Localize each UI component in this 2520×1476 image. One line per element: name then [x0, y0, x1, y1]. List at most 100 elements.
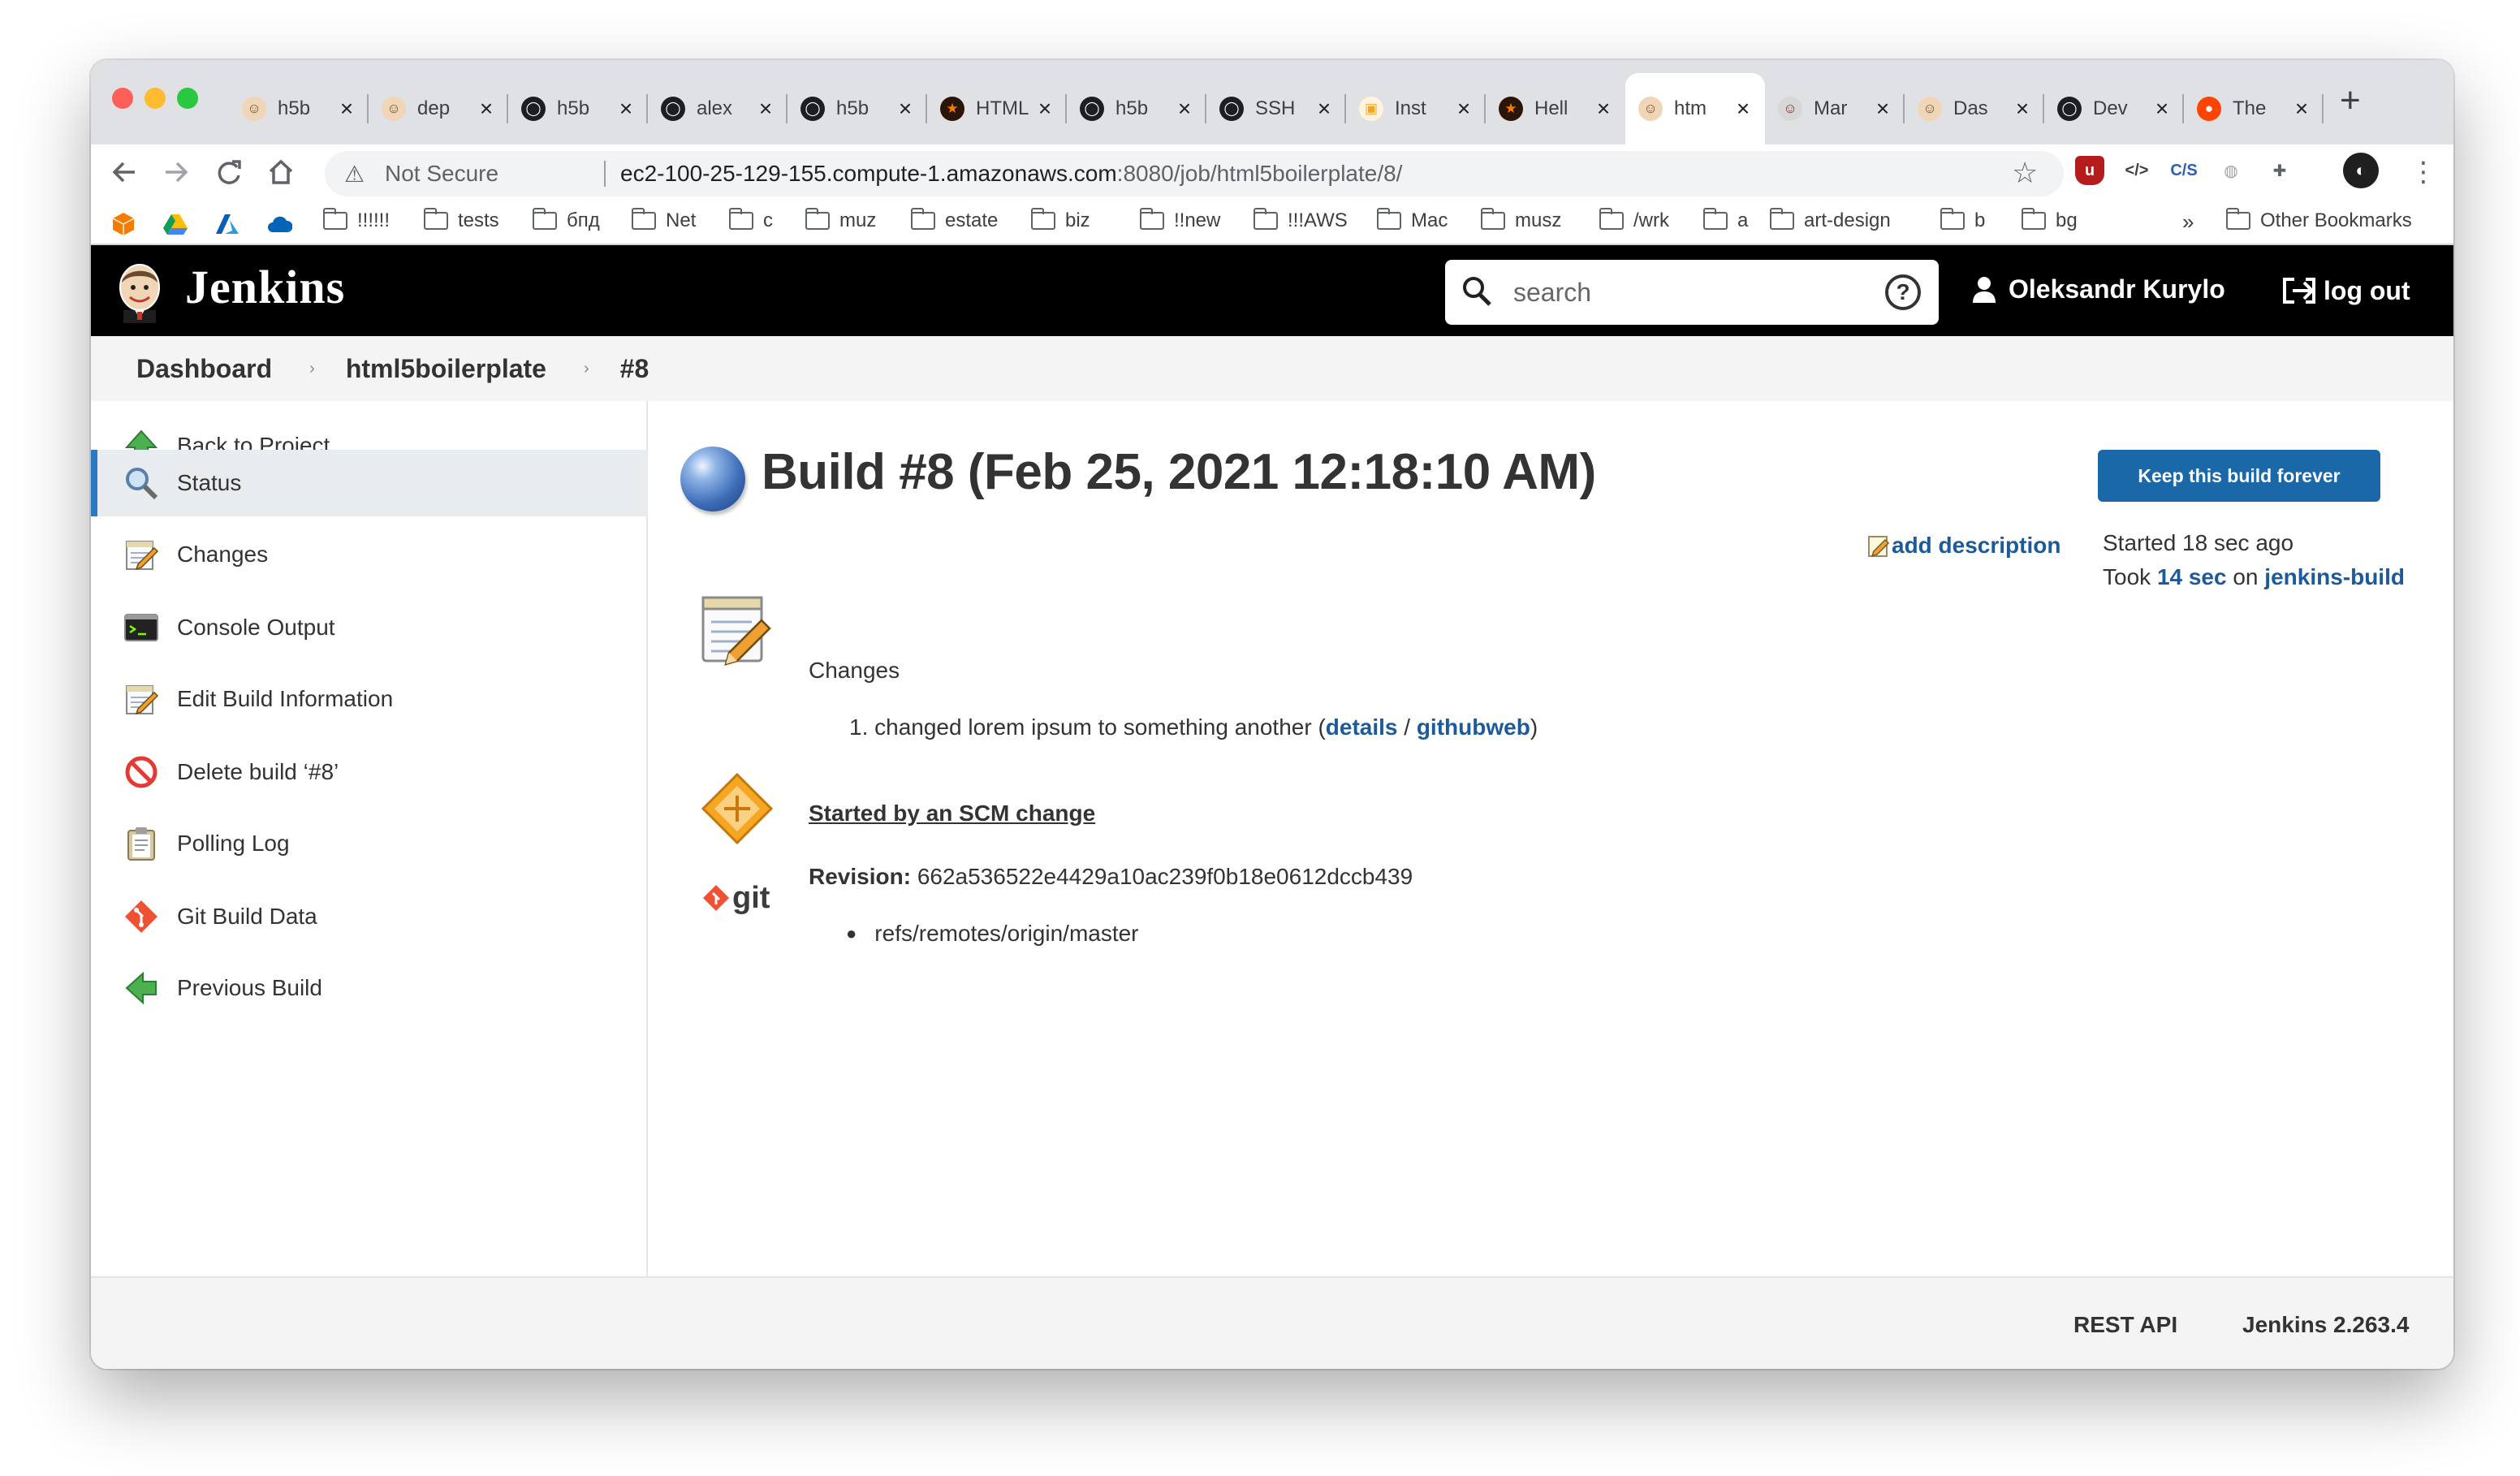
bookmark-folder[interactable]: bg [2021, 208, 2078, 232]
reload-button[interactable] [214, 156, 244, 195]
breadcrumb-separator-icon[interactable]: › [309, 360, 315, 378]
breadcrumb-item[interactable]: Dashboard [136, 354, 272, 384]
close-tab-icon[interactable]: × [2013, 97, 2031, 120]
maximize-window-button[interactable] [177, 88, 198, 109]
breadcrumb-item[interactable]: html5boilerplate [346, 354, 546, 384]
bookmark-folder[interactable]: !!!!!! [322, 208, 390, 232]
browser-tab[interactable]: ◯ Dev × [2044, 73, 2184, 145]
logout-link[interactable]: log out [2281, 274, 2410, 307]
rest-api-link[interactable]: REST API [2073, 1312, 2177, 1338]
puzzle-icon[interactable]: ✚ [2265, 156, 2294, 185]
browser-tab[interactable]: ★ Hell × [1486, 73, 1625, 145]
ublock-icon[interactable]: u [2075, 156, 2104, 185]
browser-tab[interactable]: ◯ h5b × [788, 73, 927, 145]
browser-tab[interactable]: ● The × [2184, 73, 2324, 145]
bookmark-folder[interactable]: !!new [1139, 208, 1220, 232]
githubweb-link[interactable]: githubweb [1417, 714, 1530, 740]
node-link[interactable]: jenkins-build [2264, 564, 2405, 589]
css-icon[interactable]: C/S [2169, 156, 2199, 185]
google-drive-icon[interactable] [162, 211, 188, 237]
address-bar[interactable]: ⚠ Not Secure ec2-100-25-129-155.compute-… [325, 151, 2064, 196]
cube-bookmark-icon[interactable] [110, 211, 136, 237]
close-tab-icon[interactable]: × [2293, 97, 2311, 120]
close-tab-icon[interactable]: × [1594, 97, 1612, 120]
bookmark-folder[interactable]: tests [423, 208, 499, 232]
close-tab-icon[interactable]: × [896, 97, 914, 120]
onedrive-icon[interactable] [266, 211, 292, 237]
side-task-delete-build-8[interactable]: Delete build ‘#8’ [91, 739, 648, 805]
bookmark-folder[interactable]: estate [910, 208, 998, 232]
bookmark-folder[interactable]: art-design [1769, 208, 1891, 232]
jenkins-version-link[interactable]: Jenkins 2.263.4 [2242, 1312, 2409, 1338]
close-tab-icon[interactable]: × [617, 97, 635, 120]
user-link[interactable]: Oleksandr Kurylo [1971, 274, 2225, 304]
azure-icon[interactable] [214, 211, 240, 237]
jenkins-logo-icon[interactable] [115, 263, 164, 323]
bookmark-folder[interactable]: a [1702, 208, 1748, 232]
forward-button[interactable] [162, 156, 190, 195]
add-description-link[interactable]: add description [1867, 533, 2060, 559]
bookmark-folder[interactable]: biz [1030, 208, 1090, 232]
help-icon[interactable]: ? [1885, 274, 1921, 310]
code-icon[interactable]: </> [2122, 156, 2151, 185]
side-task-edit-build-information[interactable]: Edit Build Information [91, 666, 648, 732]
browser-tab[interactable]: ◯ h5b × [508, 73, 648, 145]
other-bookmarks-folder[interactable]: Other Bookmarks [2225, 208, 2412, 232]
browser-tab[interactable]: ☺ h5b × [229, 73, 369, 145]
jenkins-title[interactable]: Jenkins [185, 260, 345, 314]
browser-tab[interactable]: ◯ h5b × [1067, 73, 1206, 145]
minimize-window-button[interactable] [145, 88, 166, 109]
new-tab-button[interactable]: + [2340, 83, 2361, 119]
close-tab-icon[interactable]: × [2153, 97, 2171, 120]
bookmark-folder[interactable]: Mac [1376, 208, 1448, 232]
browser-tab[interactable]: ◯ SSH × [1206, 73, 1346, 145]
globe-icon[interactable]: ◍ [2216, 156, 2246, 185]
bookmarks-overflow-button[interactable]: » [2182, 209, 2194, 235]
browser-menu-icon[interactable]: ⋮ [2410, 156, 2437, 188]
side-task-previous-build[interactable]: Previous Build [91, 955, 648, 1021]
browser-tab[interactable]: ☺ dep × [369, 73, 508, 145]
close-tab-icon[interactable]: × [338, 97, 356, 120]
close-tab-icon[interactable]: × [1036, 97, 1054, 120]
keep-build-forever-button[interactable]: Keep this build forever [2098, 450, 2380, 502]
breadcrumb-item[interactable]: #8 [620, 354, 649, 384]
home-button[interactable] [266, 156, 296, 195]
side-task-console-output[interactable]: Console Output [91, 594, 648, 661]
bookmark-folder[interactable]: бпд [532, 208, 600, 232]
url-text[interactable]: ec2-100-25-129-155.compute-1.amazonaws.c… [620, 161, 1402, 187]
bookmark-folder[interactable]: Net [631, 208, 696, 232]
browser-tab[interactable]: ★ HTML × [927, 73, 1067, 145]
close-tab-icon[interactable]: × [1874, 97, 1892, 120]
bookmark-folder[interactable]: c [728, 208, 773, 232]
bookmark-folder[interactable]: muz [805, 208, 876, 232]
security-label[interactable]: Not Secure [385, 161, 498, 187]
back-button[interactable] [110, 156, 138, 195]
change-details-link[interactable]: details [1326, 714, 1398, 740]
scm-cause-link[interactable]: Started by an SCM change [809, 801, 1095, 826]
duration-link[interactable]: 14 sec [2157, 564, 2227, 589]
close-tab-icon[interactable]: × [757, 97, 775, 120]
close-window-button[interactable] [112, 88, 133, 109]
bookmark-folder[interactable]: !!!AWS [1253, 208, 1348, 232]
side-task-status[interactable]: Status [91, 450, 648, 516]
breadcrumb-separator-icon[interactable]: › [584, 360, 589, 378]
bookmark-star-icon[interactable]: ☆ [2012, 156, 2038, 190]
browser-tab[interactable]: ☺ Das × [1905, 73, 2044, 145]
side-task-changes[interactable]: Changes [91, 521, 648, 588]
close-tab-icon[interactable]: × [1455, 97, 1473, 120]
bookmark-folder[interactable]: /wrk [1599, 208, 1669, 232]
profile-avatar[interactable]: ◐ [2343, 153, 2379, 188]
search-input[interactable] [1513, 271, 1871, 313]
bookmark-folder[interactable]: musz [1480, 208, 1561, 232]
bookmark-folder[interactable]: b [1940, 208, 1985, 232]
close-tab-icon[interactable]: × [1734, 97, 1752, 120]
browser-tab[interactable]: ☺ Mar × [1765, 73, 1905, 145]
side-task-polling-log[interactable]: Polling Log [91, 810, 648, 877]
browser-tab[interactable]: ☺ htm × [1625, 73, 1765, 145]
close-tab-icon[interactable]: × [1176, 97, 1193, 120]
close-tab-icon[interactable]: × [1315, 97, 1333, 120]
close-tab-icon[interactable]: × [477, 97, 495, 120]
browser-tab[interactable]: ◯ alex × [648, 73, 788, 145]
browser-tab[interactable]: ▣ Inst × [1346, 73, 1486, 145]
side-task-git-build-data[interactable]: Git Build Data [91, 883, 648, 950]
